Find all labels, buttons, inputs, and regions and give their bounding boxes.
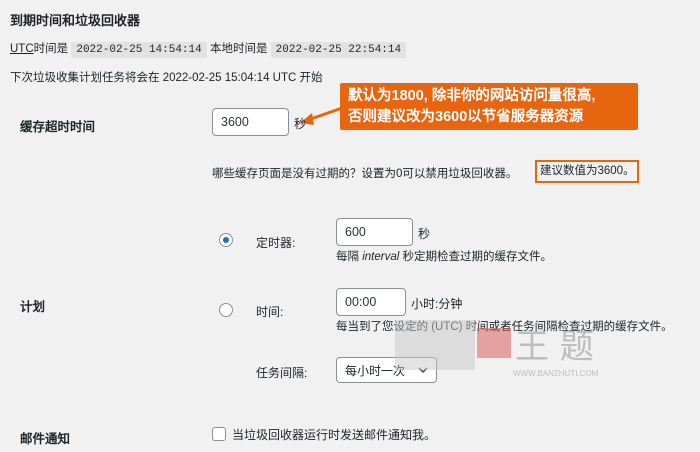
local-time-value: 2022-02-25 22:54:14	[270, 42, 407, 58]
interval-label: 任务间隔:	[256, 366, 308, 380]
timer-value: 600	[345, 225, 366, 239]
email-checkbox[interactable]	[212, 427, 226, 441]
cache-timeout-description: 哪些缓存页面是没有过期的？设置为0可以禁用垃圾回收器。	[212, 168, 518, 180]
timer-input[interactable]: 600	[336, 218, 413, 246]
timer-description: 每隔 interval 秒定期检查过期的缓存文件。	[336, 248, 552, 264]
recommendation-text: 建议数值为3600。	[540, 165, 635, 177]
watermark-logo: 王 题 WWW.BANZHUTI.COM	[395, 318, 605, 380]
utc-prefix: 时间是	[33, 43, 69, 55]
recommendation-highlight: 建议数值为3600。	[535, 160, 639, 183]
timer-desc-prefix: 每隔	[336, 251, 359, 263]
clock-label: 时间:	[256, 305, 284, 319]
watermark-stamp-icon: 王 题 WWW.BANZHUTI.COM	[395, 320, 599, 378]
timer-unit: 秒	[418, 227, 431, 241]
local-time-label: 本地时间是	[209, 43, 268, 55]
timer-label: 定时器:	[256, 236, 296, 250]
watermark-cn: 王 题	[515, 327, 594, 367]
cache-timeout-unit: 秒	[294, 117, 307, 131]
clock-input[interactable]: 00:00	[336, 288, 406, 316]
clock-unit: 小时:分钟	[411, 297, 463, 311]
email-label: 邮件通知	[20, 432, 71, 446]
time-line: UTC时间是 2022-02-25 14:54:14 本地时间是 2022-02…	[10, 40, 407, 58]
cache-timeout-value: 3600	[221, 115, 249, 129]
cache-timeout-input[interactable]: 3600	[212, 108, 289, 136]
callout-line-1: 默认为1800, 除非你的网站访问量很高,	[348, 88, 596, 104]
schedule-label: 计划	[20, 300, 46, 314]
watermark-url: WWW.BANZHUTI.COM	[513, 369, 599, 378]
clock-radio[interactable]	[219, 303, 233, 317]
timer-desc-interval: interval	[362, 251, 400, 263]
next-gc-text: 下次垃圾收集计划任务将会在 2022-02-25 15:04:14 UTC 开始	[10, 72, 323, 84]
timer-desc-suffix: 秒定期检查过期的缓存文件。	[402, 251, 552, 263]
utc-abbr: UTC	[10, 43, 34, 55]
utc-time-value: 2022-02-25 14:54:14	[71, 42, 207, 58]
callout-annotation: 默认为1800, 除非你的网站访问量很高, 否则建议改为3600以节省服务器资源	[340, 83, 638, 130]
section-title: 到期时间和垃圾回收器	[10, 13, 141, 28]
callout-line-2: 否则建议改为3600以节省服务器资源	[348, 109, 584, 125]
cache-timeout-label: 缓存超时时间	[20, 120, 96, 134]
timer-radio[interactable]	[219, 233, 233, 247]
email-checkbox-label: 当垃圾回收器运行时发送邮件通知我。	[232, 428, 437, 442]
clock-value: 00:00	[345, 295, 377, 309]
